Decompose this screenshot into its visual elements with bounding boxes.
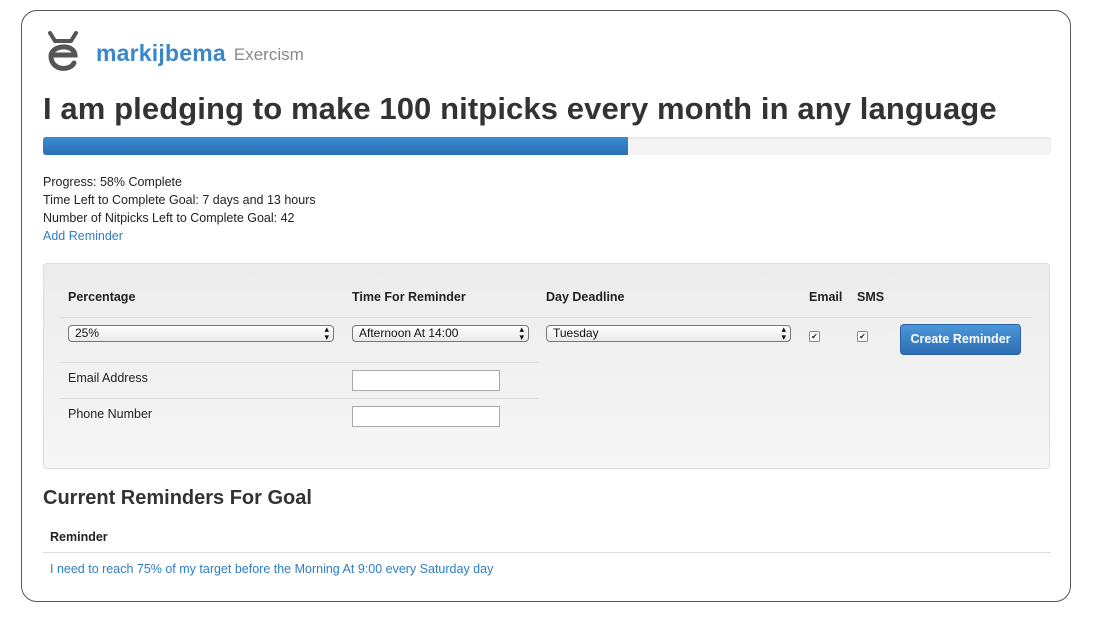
select-arrows-icon: ▴ ▾ — [519, 324, 524, 342]
goal-progress-bar — [43, 137, 1051, 155]
nitpicks-left-text: Number of Nitpicks Left to Complete Goal… — [43, 211, 295, 225]
form-divider — [60, 317, 1032, 318]
percentage-header: Percentage — [68, 290, 136, 304]
email-address-input[interactable] — [352, 370, 500, 391]
day-select[interactable]: Tuesday ▴ ▾ — [546, 325, 791, 342]
select-arrows-icon: ▴ ▾ — [781, 324, 786, 342]
time-select[interactable]: Afternoon At 14:00 ▴ ▾ — [352, 325, 529, 342]
exercism-logo-icon[interactable] — [46, 31, 80, 75]
reminder-row-link[interactable]: I need to reach 75% of my target before … — [50, 562, 493, 576]
username-link[interactable]: markijbema — [96, 40, 226, 67]
time-select-value: Afternoon At 14:00 — [359, 326, 459, 340]
email-address-label: Email Address — [68, 371, 148, 385]
goal-stats: Progress: 58% Complete Time Left to Comp… — [43, 173, 316, 245]
pledge-title: I am pledging to make 100 nitpicks every… — [43, 91, 997, 126]
select-arrows-icon: ▴ ▾ — [324, 324, 329, 342]
sms-header: SMS — [857, 290, 885, 304]
progress-text: Progress: 58% Complete — [43, 175, 182, 189]
time-left-text: Time Left to Complete Goal: 7 days and 1… — [43, 193, 316, 207]
goal-progress-fill — [43, 137, 628, 155]
reminder-form-panel: Percentage Time For Reminder Day Deadlin… — [43, 263, 1050, 469]
form-divider — [60, 362, 539, 363]
app-window: markijbema Exercism I am pledging to mak… — [21, 10, 1071, 602]
time-header: Time For Reminder — [352, 290, 466, 304]
phone-number-input[interactable] — [352, 406, 500, 427]
current-reminders-title: Current Reminders For Goal — [43, 487, 312, 509]
sms-checkbox[interactable]: ✔ — [857, 331, 868, 342]
app-name: Exercism — [233, 45, 304, 64]
add-reminder-link[interactable]: Add Reminder — [43, 229, 123, 243]
day-select-value: Tuesday — [553, 326, 599, 340]
percentage-select[interactable]: 25% ▴ ▾ — [68, 325, 334, 342]
day-header: Day Deadline — [546, 290, 625, 304]
form-divider — [60, 398, 539, 399]
table-divider — [43, 552, 1051, 553]
header: markijbema Exercism — [46, 31, 304, 75]
create-reminder-button[interactable]: Create Reminder — [900, 324, 1021, 355]
email-header: Email — [809, 290, 843, 304]
percentage-select-value: 25% — [75, 326, 100, 340]
email-checkbox[interactable]: ✔ — [809, 331, 820, 342]
phone-number-label: Phone Number — [68, 407, 153, 421]
reminder-column-header: Reminder — [50, 530, 108, 544]
